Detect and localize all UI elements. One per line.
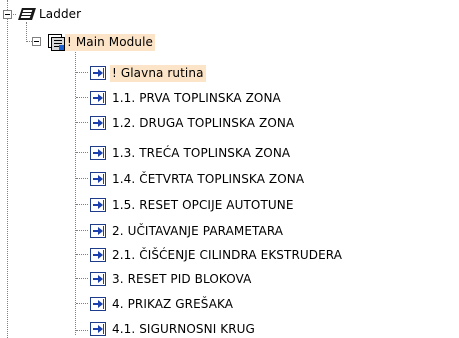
tree-node-routine[interactable]: ! Glavna rutina xyxy=(90,64,206,82)
routine-icon xyxy=(90,224,106,238)
tree-node-label: ! Glavna rutina xyxy=(110,64,206,82)
tree-line xyxy=(26,22,27,40)
tree-line xyxy=(76,97,88,98)
routine-icon xyxy=(90,248,106,262)
tree-line xyxy=(76,122,88,123)
tree-line xyxy=(76,204,88,205)
tree-node-label: 3. RESET PID BLOKOVA xyxy=(112,271,252,286)
tree-node-routine[interactable]: 1.3. TREĆA TOPLINSKA ZONA xyxy=(90,144,292,162)
routine-icon xyxy=(90,322,106,336)
tree-node-label: 4.1. SIGURNOSNI KRUG xyxy=(112,321,255,336)
tree-node-label: 2. UČITAVANJE PARAMETARA xyxy=(112,223,284,238)
tree-node-main-module[interactable]: ! Main Module xyxy=(47,33,156,51)
tree-line xyxy=(76,152,88,153)
ladder-icon xyxy=(17,5,37,23)
tree-line xyxy=(76,330,88,331)
tree-node-label: 1.5. RESET OPCIJE AUTOTUNE xyxy=(112,197,294,212)
routine-icon xyxy=(90,297,106,311)
tree-node-routine[interactable]: 4.1. SIGURNOSNI KRUG xyxy=(90,320,257,338)
tree-node-routine[interactable]: 4. PRIKAZ GREŠAKA xyxy=(90,295,235,313)
collapse-module-toggle[interactable] xyxy=(32,37,41,46)
routine-icon xyxy=(90,91,106,105)
routine-icon xyxy=(90,272,106,286)
tree-node-routine[interactable]: 2. UČITAVANJE PARAMETARA xyxy=(90,222,285,240)
routine-icon xyxy=(90,198,106,212)
tree-line xyxy=(7,0,8,338)
tree-node-label: 1.3. TREĆA TOPLINSKA ZONA xyxy=(112,145,291,160)
tree-line xyxy=(75,52,76,335)
tree-node-ladder[interactable]: Ladder xyxy=(17,5,83,23)
tree-line xyxy=(76,303,88,304)
tree-node-label: 4. PRIKAZ GREŠAKA xyxy=(112,296,234,311)
tree-line xyxy=(76,72,88,73)
tree-line xyxy=(76,254,88,255)
tree-line xyxy=(76,230,88,231)
routine-icon xyxy=(90,172,106,186)
tree-node-label: 1.1. PRVA TOPLINSKA ZONA xyxy=(112,90,281,105)
tree-node-label: Ladder xyxy=(39,6,82,21)
tree-node-routine[interactable]: 1.2. DRUGA TOPLINSKA ZONA xyxy=(90,114,296,132)
module-icon xyxy=(47,33,65,51)
tree-line xyxy=(76,278,88,279)
tree-node-label: 1.2. DRUGA TOPLINSKA ZONA xyxy=(112,115,295,130)
collapse-ladder-toggle[interactable] xyxy=(3,10,12,19)
routine-icon xyxy=(90,66,106,80)
tree-node-label: 1.4. ČETVRTA TOPLINSKA ZONA xyxy=(112,171,305,186)
tree-line xyxy=(76,178,88,179)
tree-node-routine[interactable]: 1.4. ČETVRTA TOPLINSKA ZONA xyxy=(90,170,306,188)
tree-node-label: 2.1. ČIŠĆENJE CILINDRA EKSTRUDERA xyxy=(112,247,343,262)
tree-node-routine[interactable]: 2.1. ČIŠĆENJE CILINDRA EKSTRUDERA xyxy=(90,246,344,264)
tree-node-routine[interactable]: 1.5. RESET OPCIJE AUTOTUNE xyxy=(90,196,296,214)
tree-node-routine[interactable]: 3. RESET PID BLOKOVA xyxy=(90,270,253,288)
project-tree: Ladder ! Main Module ! Glavna rutina 1.1… xyxy=(0,0,459,338)
routine-icon xyxy=(90,146,106,160)
tree-node-label: ! Main Module xyxy=(65,33,156,51)
routine-icon xyxy=(90,116,106,130)
tree-node-routine[interactable]: 1.1. PRVA TOPLINSKA ZONA xyxy=(90,89,283,107)
